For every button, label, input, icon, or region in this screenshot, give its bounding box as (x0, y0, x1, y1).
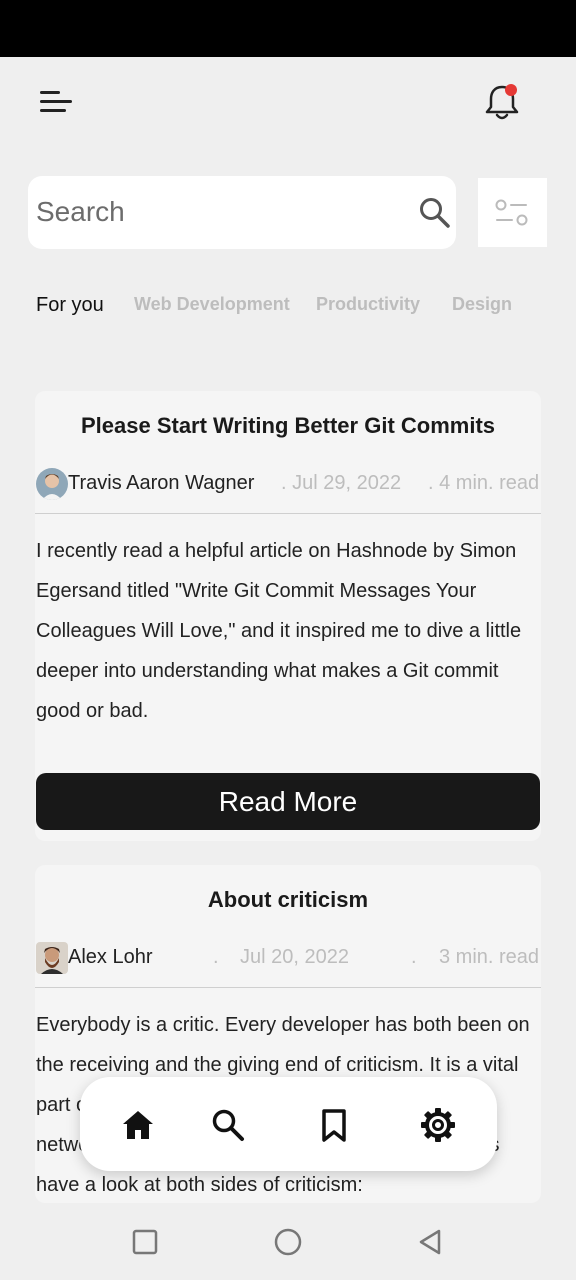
article-title[interactable]: About criticism (35, 887, 541, 913)
article-meta: Alex Lohr . Jul 20, 2022 . 3 min. read (35, 941, 541, 975)
read-more-button[interactable]: Read More (36, 773, 540, 830)
bottom-navigation (80, 1077, 497, 1171)
menu-icon[interactable] (38, 87, 78, 117)
tab-design[interactable]: Design (452, 294, 512, 315)
system-navigation-bar (0, 1203, 576, 1280)
status-bar (0, 0, 576, 57)
search-box (28, 176, 456, 249)
divider (35, 513, 541, 514)
notification-dot (505, 84, 517, 96)
notification-bell-icon[interactable] (482, 81, 522, 123)
tab-for-you[interactable]: For you (36, 294, 104, 317)
home-icon[interactable] (120, 1107, 156, 1143)
article-card[interactable]: Please Start Writing Better Git Commits … (35, 391, 541, 841)
bookmark-icon[interactable] (316, 1107, 352, 1143)
tab-productivity[interactable]: Productivity (316, 294, 420, 315)
recent-apps-icon[interactable] (130, 1227, 160, 1257)
article-meta: Travis Aaron Wagner . Jul 29, 2022 . 4 m… (35, 467, 541, 501)
search-input[interactable] (36, 186, 376, 238)
author-name[interactable]: Alex Lohr (68, 946, 153, 969)
read-time-separator: . (411, 946, 417, 968)
article-title[interactable]: Please Start Writing Better Git Commits (35, 413, 541, 439)
read-time: 3 min. read (439, 946, 540, 968)
article-excerpt: I recently read a helpful article on Has… (36, 540, 522, 722)
search-icon[interactable] (210, 1107, 246, 1143)
read-time: . 4 min. read (428, 472, 540, 494)
author-avatar[interactable] (36, 942, 68, 974)
settings-icon[interactable] (420, 1107, 456, 1143)
divider (35, 987, 541, 988)
author-avatar[interactable] (36, 468, 68, 500)
filter-icon (495, 197, 529, 229)
app-header (0, 57, 576, 157)
publish-date: . Jul 29, 2022 (281, 472, 402, 494)
filter-button[interactable] (478, 178, 547, 247)
publish-date: Jul 20, 2022 (240, 946, 349, 968)
home-system-icon[interactable] (273, 1227, 303, 1257)
search-icon[interactable] (418, 196, 452, 230)
date-separator: . (213, 946, 219, 968)
tab-web-development[interactable]: Web Development (134, 294, 290, 315)
back-icon[interactable] (415, 1227, 445, 1257)
author-name[interactable]: Travis Aaron Wagner (68, 472, 254, 495)
